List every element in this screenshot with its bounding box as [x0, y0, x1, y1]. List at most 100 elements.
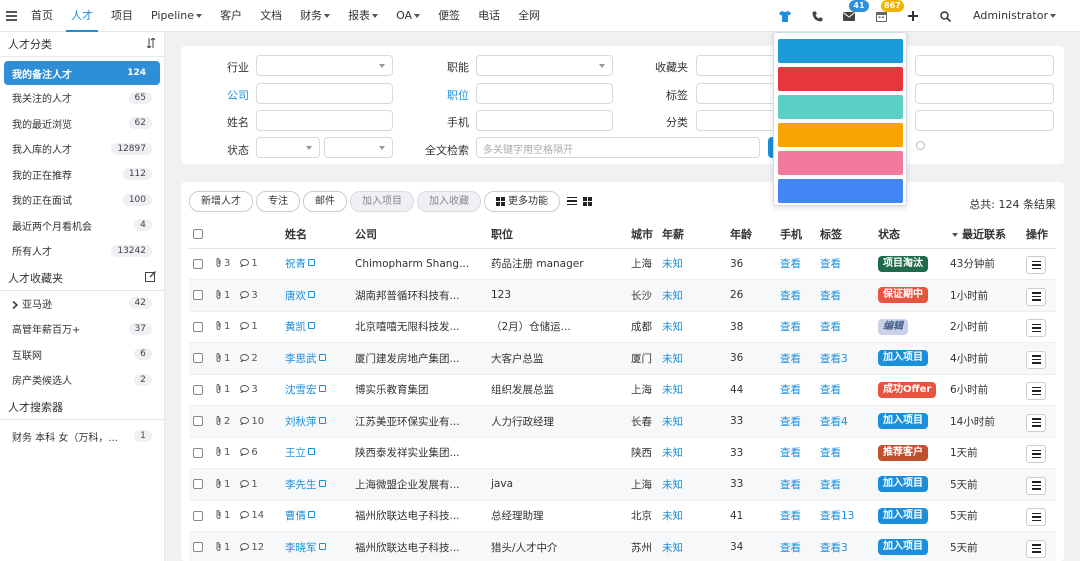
table-row[interactable]: 1 1 李先生 上海微盟企业发展有... java 上海 未知 33 查看 查看 加入项目 5天前 [189, 468, 1056, 501]
view-tags-link[interactable]: 查看3 [820, 353, 848, 365]
status-badge[interactable]: 保证期中 [878, 287, 928, 304]
favorites-input[interactable] [696, 55, 776, 76]
tags-input[interactable] [696, 83, 776, 104]
function-select[interactable] [476, 55, 613, 76]
external-link-icon[interactable] [308, 322, 315, 330]
search-icon[interactable] [929, 0, 961, 32]
add-project-button[interactable]: 加入项目 [350, 190, 414, 212]
category-input[interactable] [696, 110, 776, 131]
table-row[interactable]: 3 1 祝青 Chimopharm Shang... 药品注册 manager 上海 未知 3… [189, 248, 1056, 280]
view-tags-link[interactable]: 查看 [820, 290, 841, 302]
sidebar-item[interactable]: 房产类候选人 2 [4, 367, 160, 393]
nav-item[interactable]: 项目 [102, 0, 142, 32]
column-header[interactable]: 最近联系 [946, 220, 1022, 249]
view-phone-link[interactable]: 查看 [780, 510, 801, 522]
talent-name-link[interactable]: 唐欢 [285, 290, 306, 302]
external-link-icon[interactable] [308, 448, 315, 456]
view-tags-link[interactable]: 查看 [820, 479, 841, 491]
tshirt-icon[interactable] [769, 0, 801, 32]
row-checkbox[interactable] [193, 416, 203, 427]
external-link-icon[interactable] [318, 353, 326, 361]
sidebar-item[interactable]: 互联网 6 [4, 342, 160, 368]
edit-icon[interactable] [145, 270, 156, 285]
salary-value[interactable]: 未知 [662, 258, 683, 270]
view-tags-link[interactable]: 查看 [820, 258, 841, 270]
salary-value[interactable]: 未知 [662, 479, 683, 491]
talent-name-link[interactable]: 祝青 [285, 258, 306, 270]
talent-name-link[interactable]: 刘秋萍 [285, 416, 317, 428]
view-phone-link[interactable]: 查看 [780, 384, 801, 396]
position-label[interactable]: 职位 [417, 87, 469, 103]
nav-item[interactable]: 首页 [22, 0, 62, 32]
external-link-icon[interactable] [308, 259, 315, 267]
phone-input[interactable] [476, 110, 613, 131]
status-badge[interactable]: 成功Offer [878, 381, 937, 398]
help-icon[interactable] [916, 141, 925, 150]
row-action-menu-button[interactable] [1026, 445, 1046, 464]
name-input[interactable] [256, 110, 393, 131]
add-talent-button[interactable]: 新增人才 [189, 190, 253, 212]
fulltext-input[interactable]: 多关键字用空格隔开 [476, 137, 760, 158]
sort-icon[interactable] [146, 36, 156, 51]
talent-name-link[interactable]: 黄凯 [285, 321, 306, 333]
sidebar-item[interactable]: 我入库的人才 12897 [4, 136, 160, 162]
company-label[interactable]: 公司 [197, 87, 249, 103]
external-link-icon[interactable] [308, 290, 315, 298]
table-row[interactable]: 1 2 李思武 厦门建发房地产集团... 大客户总监 厦门 未知 36 查看 查看3 加入项目 4小时… [189, 342, 1056, 375]
status-select[interactable] [256, 137, 320, 158]
view-phone-link[interactable]: 查看 [780, 542, 801, 554]
view-tags-link[interactable]: 查看 [820, 447, 841, 459]
filter-extra-input-2[interactable] [915, 83, 1054, 104]
table-row[interactable]: 1 14 曹倩 福州欣联达电子科技... 总经理助理 北京 未知 41 查看 查看13 加入项目 5天… [189, 500, 1056, 532]
nav-item[interactable]: 全网 [509, 0, 549, 32]
sort-desc-icon[interactable] [952, 232, 958, 237]
salary-value[interactable]: 未知 [662, 416, 683, 428]
row-checkbox[interactable] [193, 353, 203, 364]
talent-name-link[interactable]: 李思武 [285, 353, 317, 365]
external-link-icon[interactable] [318, 385, 326, 393]
status-badge[interactable]: 编辑 [878, 318, 908, 335]
color-swatch[interactable] [778, 151, 903, 175]
row-action-menu-button[interactable] [1026, 319, 1046, 338]
email-button[interactable]: 邮件 [303, 190, 347, 212]
view-tags-link[interactable]: 查看 [820, 384, 841, 396]
talent-name-link[interactable]: 李晓军 [285, 542, 317, 554]
industry-select[interactable] [256, 55, 393, 76]
row-action-menu-button[interactable] [1026, 508, 1046, 527]
select-all-checkbox[interactable] [193, 229, 203, 240]
talent-name-link[interactable]: 沈雪宏 [285, 384, 317, 396]
salary-value[interactable]: 未知 [662, 542, 683, 554]
view-phone-link[interactable]: 查看 [780, 353, 801, 365]
sidebar-item[interactable]: 亚马逊 42 [4, 291, 160, 317]
status-badge[interactable]: 加入项目 [878, 539, 928, 556]
row-checkbox[interactable] [193, 510, 203, 521]
view-phone-link[interactable]: 查看 [780, 479, 801, 491]
talent-name-link[interactable]: 王立 [285, 447, 306, 459]
nav-item[interactable]: 财务 [291, 0, 339, 32]
view-tags-link[interactable]: 查看4 [820, 416, 848, 428]
salary-value[interactable]: 未知 [662, 447, 683, 459]
color-swatch[interactable] [778, 179, 903, 203]
nav-item[interactable]: 电话 [469, 0, 509, 32]
view-phone-link[interactable]: 查看 [780, 258, 801, 270]
salary-value[interactable]: 未知 [662, 290, 683, 302]
filter-extra-input-3[interactable] [915, 110, 1054, 131]
row-checkbox[interactable] [193, 542, 203, 553]
filter-extra-input-1[interactable] [915, 55, 1054, 76]
more-functions-button[interactable]: 更多功能 [484, 190, 560, 212]
view-phone-link[interactable]: 查看 [780, 416, 801, 428]
view-tags-link[interactable]: 查看13 [820, 510, 854, 522]
nav-item[interactable]: Pipeline [142, 0, 211, 32]
row-checkbox[interactable] [193, 479, 203, 490]
external-link-icon[interactable] [308, 511, 315, 519]
color-swatch[interactable] [778, 95, 903, 119]
status-sub-select[interactable] [324, 137, 393, 158]
salary-value[interactable]: 未知 [662, 353, 683, 365]
sidebar-item[interactable]: 财务 本科 女（万科，... 1 [4, 424, 160, 450]
status-badge[interactable]: 加入项目 [878, 350, 928, 367]
row-action-menu-button[interactable] [1026, 287, 1046, 306]
column-header[interactable] [189, 220, 211, 249]
view-tags-link[interactable]: 查看 [820, 321, 841, 333]
status-badge[interactable]: 项目淘汰 [878, 255, 928, 272]
row-action-menu-button[interactable] [1026, 350, 1046, 369]
